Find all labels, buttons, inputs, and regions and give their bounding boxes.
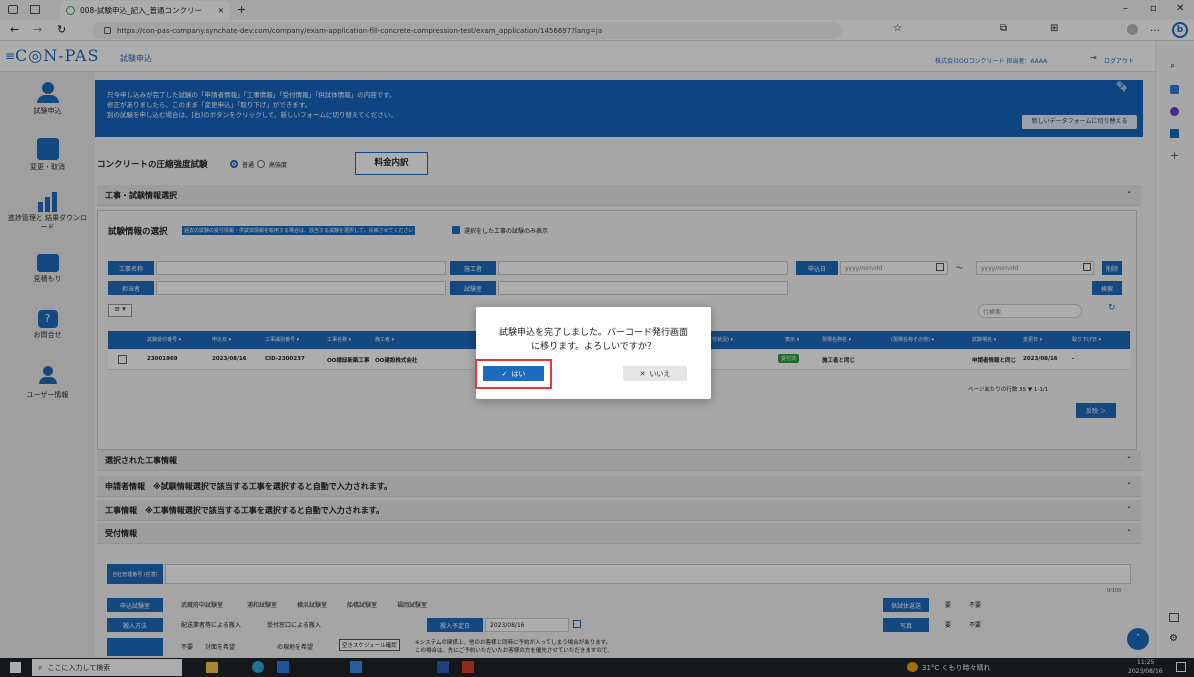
check-icon: ✓ — [501, 369, 508, 378]
dialog-message-line1: 試験申込を完了しました。バーコード発行画面 — [498, 328, 688, 338]
dialog-message-line2: に移ります。よろしいですか？ — [531, 342, 656, 352]
x-icon: ✕ — [639, 369, 646, 378]
no-button[interactable]: ✕ いいえ — [623, 366, 687, 381]
no-label: いいえ — [649, 369, 671, 378]
yes-button[interactable]: ✓ はい — [483, 366, 544, 381]
confirm-dialog: 試験申込を完了しました。バーコード発行画面 に移ります。よろしいですか？ ✓ は… — [475, 307, 711, 399]
yes-label: はい — [511, 369, 526, 378]
